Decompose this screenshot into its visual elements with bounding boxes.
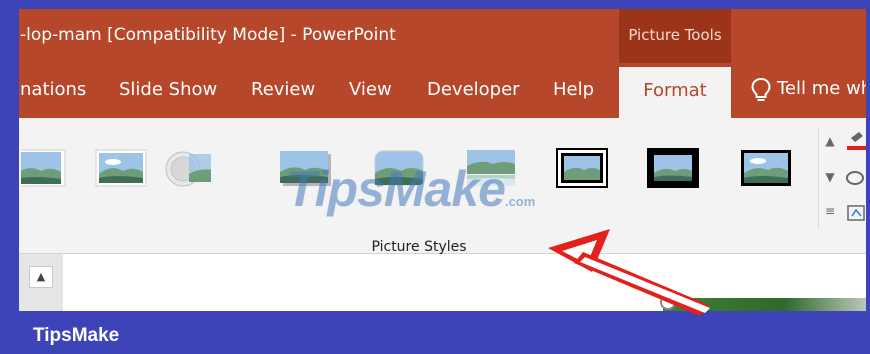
- annotation-arrow: [548, 229, 710, 316]
- brand-label: TipsMake: [33, 325, 120, 346]
